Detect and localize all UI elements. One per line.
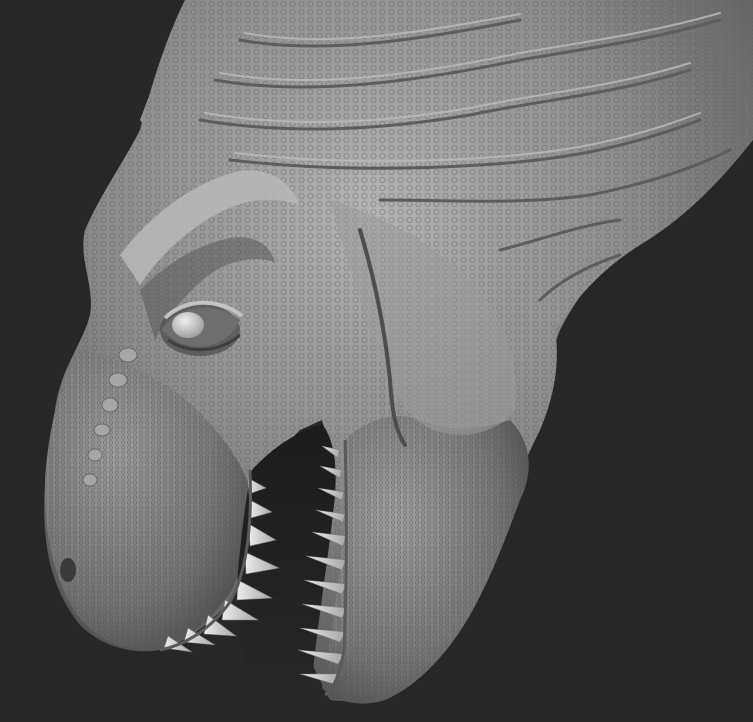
- nostril: [60, 558, 76, 582]
- dinosaur-head-sculpt: [0, 0, 753, 722]
- sculpt-viewport: [0, 0, 753, 722]
